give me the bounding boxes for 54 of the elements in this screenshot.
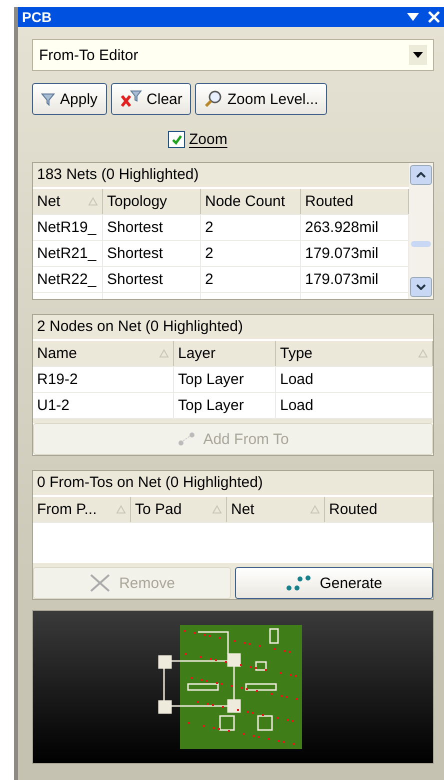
sort-arrow-icon bbox=[159, 349, 169, 358]
table-cell: Top Layer bbox=[174, 393, 276, 418]
column-header[interactable]: Net bbox=[33, 189, 103, 214]
sort-arrow-icon bbox=[88, 197, 98, 206]
column-header[interactable]: From P... bbox=[33, 497, 131, 522]
table-cell: Shortest bbox=[103, 241, 201, 266]
cross-icon bbox=[89, 574, 112, 592]
table-cell: Load bbox=[276, 393, 433, 418]
table-cell: 2 bbox=[201, 267, 301, 292]
section-header: 0 From-Tos on Net (0 Highlighted) bbox=[33, 471, 433, 497]
sort-arrow-icon bbox=[310, 505, 320, 514]
column-header[interactable]: Topology bbox=[103, 189, 201, 214]
dropdown-arrow-icon[interactable] bbox=[406, 12, 420, 22]
table-cell: Shortest bbox=[103, 215, 201, 240]
zoom-checkbox[interactable]: Zoom bbox=[168, 131, 434, 148]
magnifier-icon bbox=[204, 90, 222, 108]
generate-button[interactable]: Generate bbox=[235, 567, 433, 599]
table-cell: 2 bbox=[201, 215, 301, 240]
clear-button[interactable]: Clear bbox=[110, 83, 192, 115]
table-cell: R19-2 bbox=[33, 367, 174, 392]
scroll-thumb[interactable] bbox=[411, 241, 431, 247]
close-icon[interactable] bbox=[428, 11, 440, 23]
column-header[interactable]: Routed bbox=[325, 497, 433, 522]
clear-filter-icon bbox=[120, 90, 142, 108]
table-cell: Top Layer bbox=[174, 367, 276, 392]
sort-arrow-icon bbox=[212, 505, 222, 514]
section-header: 183 Nets (0 Highlighted) bbox=[33, 163, 409, 189]
zoom-level-button[interactable]: Zoom Level... bbox=[195, 83, 328, 115]
sort-arrow-icon bbox=[418, 349, 428, 358]
column-header[interactable]: Name bbox=[33, 341, 174, 366]
checkbox[interactable] bbox=[168, 131, 185, 148]
column-header[interactable]: Layer bbox=[174, 341, 276, 366]
table-cell: NetR21_ bbox=[33, 241, 103, 266]
column-header[interactable]: Type bbox=[276, 341, 433, 366]
table-cell: NetR19_ bbox=[33, 215, 103, 240]
scroll-down-icon[interactable] bbox=[410, 277, 432, 297]
column-header[interactable]: To Pad bbox=[131, 497, 227, 522]
column-header[interactable]: Node Count bbox=[201, 189, 301, 214]
column-header[interactable]: Net bbox=[227, 497, 325, 522]
apply-button[interactable]: Apply bbox=[32, 83, 107, 115]
sort-arrow-icon bbox=[116, 505, 126, 514]
scroll-up-icon[interactable] bbox=[410, 165, 432, 185]
table-cell: U1-2 bbox=[33, 393, 174, 418]
connection-nodes-icon bbox=[286, 574, 312, 592]
table-cell: Load bbox=[276, 367, 433, 392]
panel-title: PCB bbox=[22, 9, 53, 25]
connection-icon bbox=[177, 432, 198, 446]
mode-dropdown[interactable]: From-To Editor bbox=[32, 39, 434, 71]
funnel-icon bbox=[41, 92, 55, 106]
table-cell: NetR22_ bbox=[33, 267, 103, 292]
section-header: 2 Nodes on Net (0 Highlighted) bbox=[33, 315, 433, 341]
table-cell: 2 bbox=[201, 241, 301, 266]
vertical-scrollbar[interactable] bbox=[409, 163, 433, 299]
table-cell: Shortest bbox=[103, 267, 201, 292]
